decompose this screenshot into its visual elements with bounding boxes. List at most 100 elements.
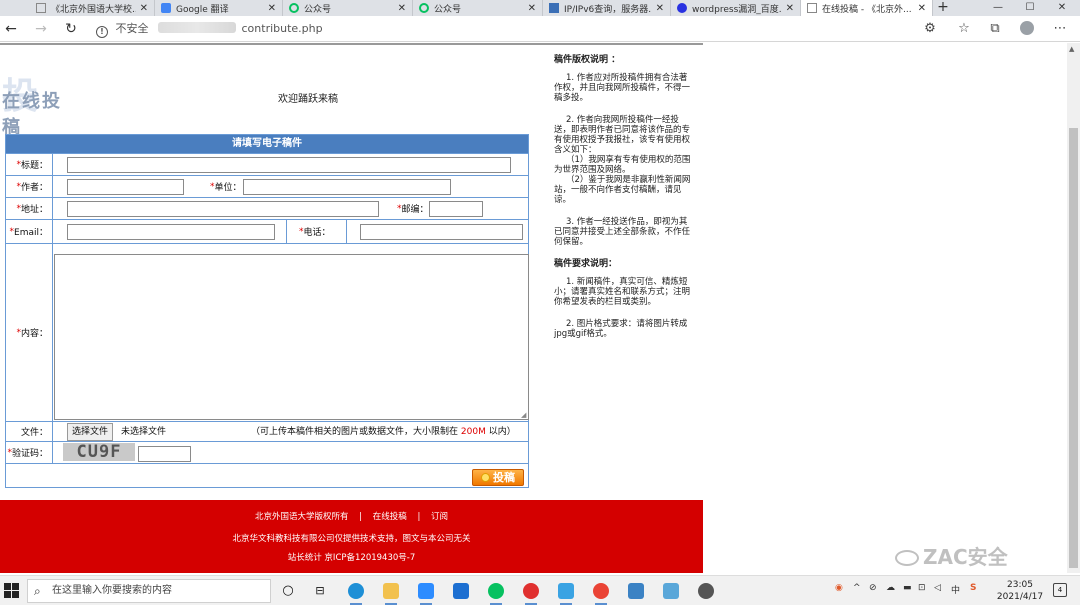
network-icon[interactable]: ⊡ xyxy=(918,583,926,593)
file-label: 文件： xyxy=(20,428,48,438)
close-tab-icon[interactable]: ✕ xyxy=(140,3,148,14)
chrome-icon[interactable] xyxy=(593,583,609,605)
close-tab-icon[interactable]: ✕ xyxy=(786,3,794,14)
show-hidden-icons[interactable]: ^ xyxy=(853,583,861,593)
collections-icon[interactable]: ⧉ xyxy=(987,21,1003,37)
captcha-image[interactable]: CU9F xyxy=(63,443,135,461)
maximize-button[interactable]: ☐ xyxy=(1020,0,1040,16)
search-icon: ⌕ xyxy=(34,584,41,598)
refresh-icon[interactable]: ↻ xyxy=(62,20,80,38)
tab-item[interactable]: 公众号 ✕ xyxy=(283,0,413,16)
new-tab-button[interactable]: + xyxy=(935,0,951,16)
redacted-host xyxy=(158,22,236,33)
requirements-paragraph: 2. 图片格式要求：请将图片转成jpg或gif格式。 xyxy=(554,319,688,339)
copyright-heading: 稿件版权说明 ： xyxy=(554,55,621,65)
notes-icon[interactable] xyxy=(628,583,644,599)
address-input[interactable] xyxy=(67,201,379,217)
scroll-up-icon[interactable]: ▲ xyxy=(1069,45,1074,53)
page-content: 投 在线投稿 欢迎踊跃来稿 请填写电子稿件 * 标题： * 作者： * 单位： * 地址… xyxy=(0,43,1067,573)
choose-file-button[interactable]: 选择文件 xyxy=(67,423,114,441)
mail-icon[interactable] xyxy=(453,583,469,599)
cortana-icon[interactable]: ○ xyxy=(280,583,296,599)
volume-icon[interactable]: ◁ xyxy=(934,583,941,593)
wechat-icon xyxy=(419,3,429,13)
tab-item[interactable]: 《北京外国语大学校... ✕ xyxy=(30,0,155,16)
tab-item[interactable]: IP/IPv6查询，服务器... ✕ xyxy=(543,0,671,16)
wechat-icon xyxy=(895,550,919,566)
tab-item[interactable]: wordpress漏洞_百度... ✕ xyxy=(671,0,801,16)
antivirus-icon[interactable]: ⊘ xyxy=(869,583,877,593)
form-header: 请填写电子稿件 xyxy=(6,135,528,153)
footer-link-copyright[interactable]: 北京外国语大学版权所有 xyxy=(255,512,349,522)
form-row-submit: 投稿 xyxy=(6,463,528,488)
doc-icon xyxy=(36,3,46,13)
sogou-ime-icon[interactable]: S xyxy=(970,583,976,593)
notification-center-icon[interactable]: 4 xyxy=(1053,583,1067,597)
phone-input[interactable] xyxy=(360,224,523,240)
warning-icon: ! xyxy=(96,26,108,38)
phone-label: 电话： xyxy=(303,228,331,238)
google-translate-icon xyxy=(161,3,171,13)
battery-icon[interactable]: ▬ xyxy=(903,583,912,593)
site-logo: 投 在线投稿 xyxy=(2,75,62,138)
copyright-paragraph: 3. 作者一经投送作品，即视为其已同意并接受上述全部条款，不作任何保留。 xyxy=(554,217,691,247)
wechat-icon[interactable] xyxy=(488,583,504,605)
page-scrollbar[interactable]: ▲ xyxy=(1067,43,1080,573)
title-input[interactable] xyxy=(67,157,511,173)
content-textarea[interactable]: ◢ xyxy=(54,254,529,420)
baidu-icon xyxy=(677,3,687,13)
doc-icon xyxy=(807,3,817,13)
postcode-input[interactable] xyxy=(429,201,483,217)
minimize-button[interactable]: — xyxy=(988,0,1008,16)
content-label: 内容： xyxy=(20,329,48,339)
file-status: 未选择文件 xyxy=(121,427,167,437)
contribution-form: 请填写电子稿件 * 标题： * 作者： * 单位： * 地址： * 邮编： * Email：… xyxy=(5,134,529,488)
footer-tech-support: 北京华文科教科技有限公司仅提供技术支持，图文与本公司无关 xyxy=(232,534,471,544)
footer-link-submit[interactable]: 在线投稿 xyxy=(373,512,407,522)
copyright-paragraph: 2. 作者向我网所投稿件一经投送，即表明作者已同意将该作品的专有使用权授予我报社… xyxy=(554,115,691,155)
footer-link-subscribe[interactable]: 订阅 xyxy=(431,512,448,522)
netease-music-icon[interactable] xyxy=(523,583,539,605)
terminal-icon[interactable] xyxy=(663,583,679,599)
captcha-input[interactable] xyxy=(138,446,191,462)
ime-language[interactable]: 中 xyxy=(951,583,960,596)
back-icon[interactable]: ← xyxy=(2,20,20,38)
close-tab-icon[interactable]: ✕ xyxy=(398,3,406,14)
close-tab-icon[interactable]: ✕ xyxy=(918,3,926,14)
email-input[interactable] xyxy=(67,224,275,240)
app-icon[interactable] xyxy=(698,583,714,599)
close-tab-icon[interactable]: ✕ xyxy=(268,3,276,14)
favorites-star-icon[interactable]: ☆ xyxy=(956,21,972,37)
tray-app-icon[interactable]: ◉ xyxy=(835,583,843,593)
address-label: 地址： xyxy=(20,205,48,215)
zoom-icon[interactable] xyxy=(418,583,434,605)
tab-bar: 《北京外国语大学校... ✕ Google 翻译 ✕ 公众号 ✕ 公众号 ✕ I… xyxy=(0,0,1080,16)
tab-item[interactable]: 公众号 ✕ xyxy=(413,0,543,16)
author-input[interactable] xyxy=(67,179,184,195)
footer-icp[interactable]: 站长统计 京ICP备12019430号-7 xyxy=(0,551,703,563)
tab-item[interactable]: Google 翻译 ✕ xyxy=(155,0,283,16)
ip-icon xyxy=(549,3,559,13)
cloud-icon[interactable]: ☁ xyxy=(886,583,895,593)
edge-icon[interactable] xyxy=(348,583,364,605)
more-menu-icon[interactable]: ⋯ xyxy=(1052,21,1068,37)
windows-start-icon[interactable] xyxy=(4,583,20,599)
profile-avatar-icon[interactable] xyxy=(1019,21,1035,37)
submit-button[interactable]: 投稿 xyxy=(472,469,524,486)
scrollbar-thumb[interactable] xyxy=(1069,128,1078,568)
top-divider xyxy=(0,43,703,45)
task-view-icon[interactable]: ⊟ xyxy=(312,583,328,599)
url-field[interactable]: ! 不安全 contribute.php xyxy=(92,19,942,39)
taskbar-search-input[interactable]: ⌕ 在这里输入你要搜索的内容 xyxy=(27,579,271,603)
close-window-button[interactable]: ✕ xyxy=(1052,0,1072,16)
tab-item-active[interactable]: 在线投稿 - 《北京外... ✕ xyxy=(801,0,933,16)
file-explorer-icon[interactable] xyxy=(383,583,399,605)
site-settings-icon[interactable]: ⚙ xyxy=(922,21,938,37)
resize-handle-icon[interactable]: ◢ xyxy=(521,412,527,419)
system-clock[interactable]: 23:05 2021/4/17 xyxy=(990,579,1050,603)
unit-input[interactable] xyxy=(243,179,451,195)
app-icon[interactable] xyxy=(558,583,574,605)
forward-icon[interactable]: → xyxy=(32,20,50,38)
close-tab-icon[interactable]: ✕ xyxy=(656,3,664,14)
close-tab-icon[interactable]: ✕ xyxy=(528,3,536,14)
